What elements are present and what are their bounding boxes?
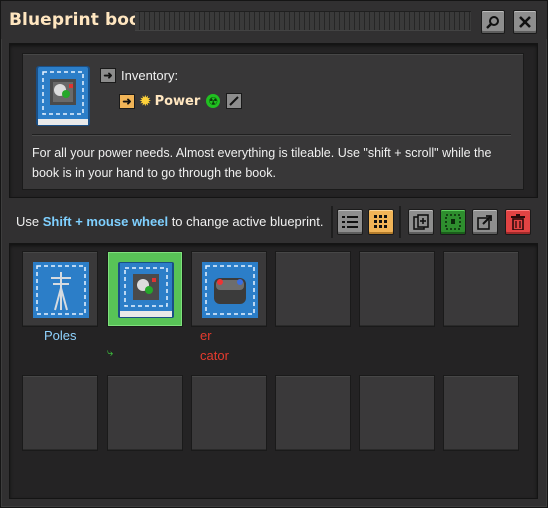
book-name-row: ➜ ✹ Power ☢ [119, 92, 243, 110]
blueprint-slot[interactable] [22, 375, 98, 451]
toolbar-separator [331, 206, 333, 238]
window-title: Blueprint book [9, 10, 153, 30]
blueprint-slot-label: Poles [44, 328, 77, 343]
list-view-button[interactable] [337, 209, 363, 235]
inventory-arrow-icon: ➜ [100, 67, 116, 83]
hint-prefix: Use [16, 214, 43, 229]
book-description: For all your power needs. Almost everyth… [32, 146, 492, 180]
book-name: Power [154, 93, 201, 109]
trash-icon [511, 214, 525, 230]
drag-handle[interactable] [135, 11, 471, 31]
blueprint-book-icon[interactable] [36, 66, 90, 126]
toolbar-separator [399, 206, 401, 238]
search-button[interactable] [481, 10, 505, 34]
blueprint-slot[interactable] [107, 251, 183, 327]
search-icon [486, 16, 499, 29]
blueprint-slot[interactable] [359, 251, 435, 327]
accumulator-icon [202, 262, 258, 318]
select-blueprint-button[interactable] [440, 209, 466, 235]
blueprint-slot[interactable] [359, 375, 435, 451]
inventory-label: Inventory: [121, 67, 179, 83]
blueprint-slot[interactable] [443, 251, 519, 327]
grid-view-icon [374, 215, 387, 228]
blueprint-slot[interactable] [443, 375, 519, 451]
title-bar[interactable]: Blueprint book [1, 1, 547, 39]
list-view-icon [342, 216, 358, 228]
power-pole-icon [33, 262, 89, 318]
grid-view-button[interactable] [368, 209, 394, 235]
inventory-row: ➜ Inventory: [100, 67, 178, 83]
select-blueprint-icon [445, 214, 461, 230]
active-arrow-icon: ➜ [119, 93, 135, 109]
export-string-icon [477, 215, 492, 230]
close-icon [519, 16, 531, 28]
add-blueprint-button[interactable] [408, 209, 434, 235]
close-button[interactable] [513, 10, 537, 34]
hint-key: Shift + mouse wheel [42, 214, 169, 229]
blueprint-slot[interactable] [191, 251, 267, 327]
blueprint-slot[interactable] [107, 375, 183, 451]
blueprint-slot[interactable] [275, 251, 351, 327]
info-divider [32, 134, 511, 136]
export-string-button[interactable] [472, 209, 498, 235]
blueprint-slot[interactable] [191, 375, 267, 451]
scroll-hint: Use Shift + mouse wheel to change active… [16, 214, 323, 229]
edit-name-button[interactable] [226, 93, 243, 109]
radiation-icon: ☢ [206, 94, 221, 108]
hint-suffix: to change active blueprint. [168, 214, 324, 229]
blueprint-book-icon [118, 262, 174, 318]
blueprint-slot-label: er cator [200, 328, 229, 363]
blueprint-slot[interactable] [22, 251, 98, 327]
add-blueprint-icon [413, 214, 429, 230]
blueprint-slot-label: ⤷ [107, 347, 114, 359]
blueprint-slot[interactable] [275, 375, 351, 451]
delete-button[interactable] [505, 209, 531, 235]
sun-icon: ✹ [139, 93, 152, 110]
pencil-icon [229, 96, 239, 106]
